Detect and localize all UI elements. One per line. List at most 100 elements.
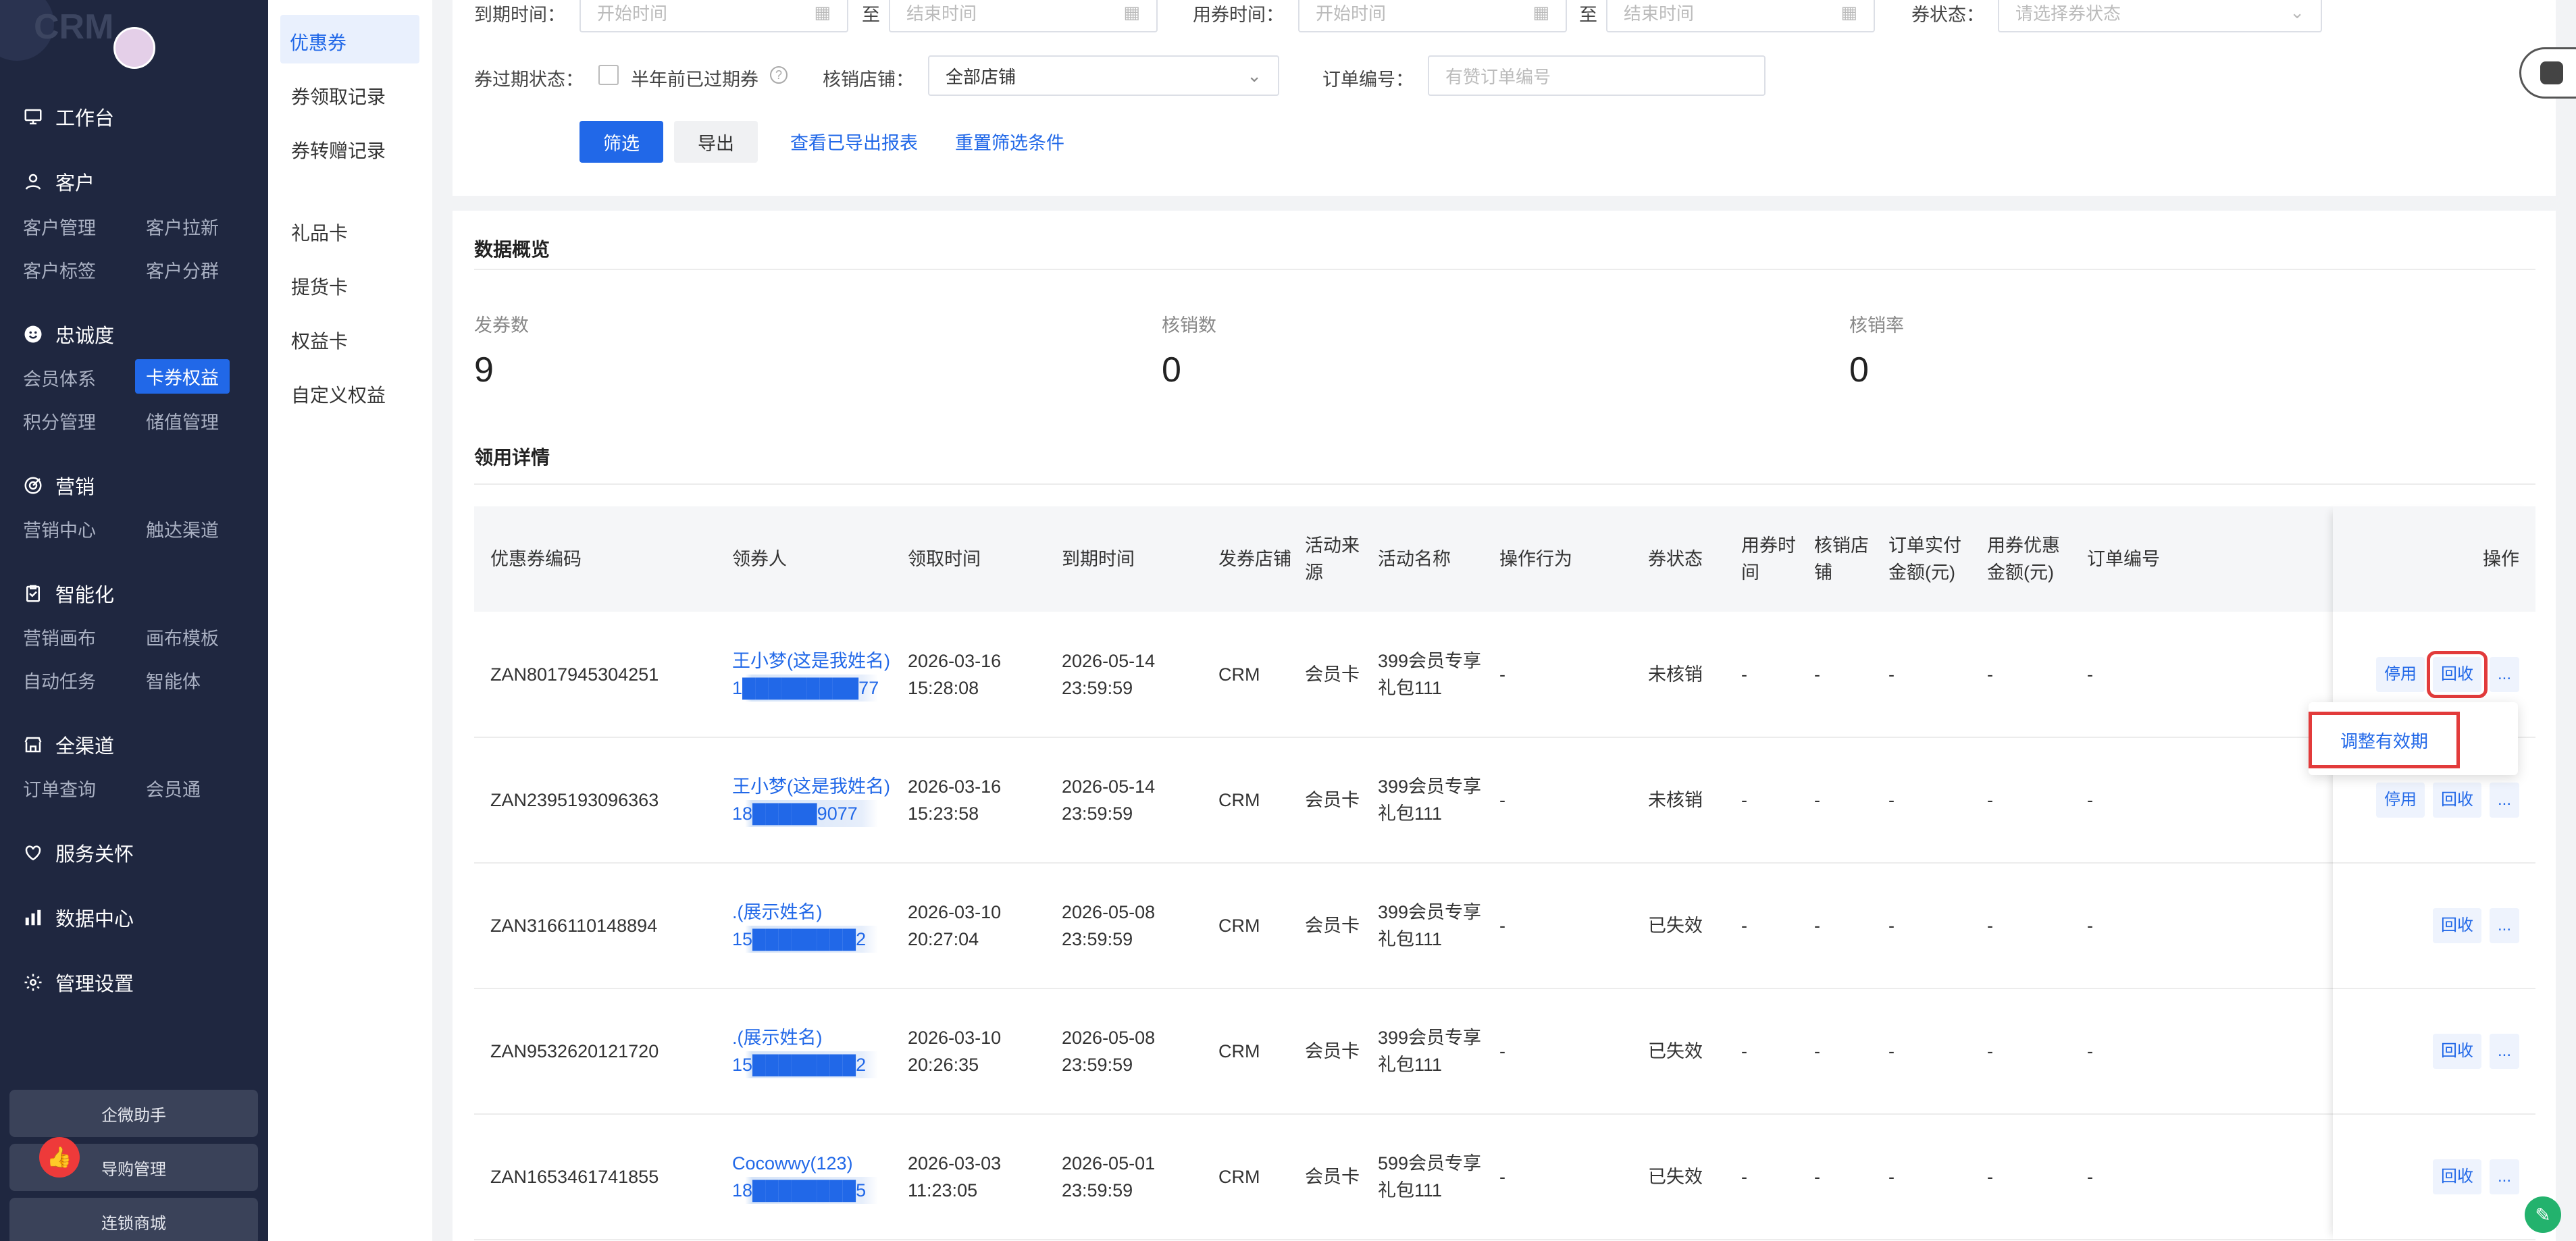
nav-customer[interactable]: 客户 bbox=[23, 167, 95, 196]
cell-vshop: - bbox=[1807, 612, 1882, 738]
recipient-phone[interactable]: 15████████2 bbox=[732, 1051, 894, 1078]
stat-issued-value: 9 bbox=[474, 350, 494, 390]
recipient-name-link[interactable]: 王小梦(这是我姓名) bbox=[732, 648, 894, 675]
recipient-phone[interactable]: 15████████2 bbox=[732, 926, 894, 953]
nav-marketing-canvas[interactable]: 营销画布 bbox=[23, 624, 96, 650]
cell-name[interactable]: .(展示姓名) 15████████2 bbox=[725, 863, 901, 989]
help-icon[interactable]: ? bbox=[770, 66, 788, 84]
col-code: 优惠券编码 bbox=[474, 506, 725, 612]
nav-marketing-label: 营销 bbox=[55, 477, 95, 498]
nav-member-system[interactable]: 会员体系 bbox=[23, 365, 96, 391]
robot-face bbox=[2540, 61, 2563, 84]
nav-settings[interactable]: 管理设置 bbox=[23, 968, 134, 997]
verify-store-select[interactable]: 全部店铺 ⌄ bbox=[928, 55, 1279, 96]
recipient-phone[interactable]: 1█████████77 bbox=[732, 674, 894, 702]
subnav-custom-benefits[interactable]: 自定义权益 bbox=[291, 381, 386, 408]
export-button[interactable]: 导出 bbox=[674, 121, 758, 163]
expire-time-label: 到期时间： bbox=[474, 5, 565, 25]
fixed-column-shadow bbox=[2333, 506, 2535, 1241]
cell-status: 已失效 bbox=[1641, 1114, 1734, 1240]
cell-exp: 2026-05-08 23:59:59 bbox=[1055, 988, 1212, 1115]
use-end-input[interactable]: 结束时间 ▦ bbox=[1606, 0, 1875, 32]
chevron-down-icon: ⌄ bbox=[1247, 65, 1262, 86]
subnav-gift-card[interactable]: 礼品卡 bbox=[291, 219, 348, 246]
nav-stored-value[interactable]: 储值管理 bbox=[146, 408, 219, 434]
recipient-name-link[interactable]: .(展示姓名) bbox=[732, 1024, 894, 1051]
nav-workbench[interactable]: 工作台 bbox=[23, 103, 114, 131]
nav-canvas-templates[interactable]: 画布模板 bbox=[146, 624, 219, 650]
nav-marketing[interactable]: 营销 bbox=[23, 471, 95, 500]
cell-shop: CRM bbox=[1212, 1114, 1298, 1240]
nav-points[interactable]: 积分管理 bbox=[23, 408, 96, 434]
divider bbox=[474, 269, 2535, 270]
nav-agents[interactable]: 智能体 bbox=[146, 667, 201, 693]
nav-customer-segments[interactable]: 客户分群 bbox=[146, 257, 219, 283]
nav-customer-acquire[interactable]: 客户拉新 bbox=[146, 213, 219, 240]
col-discount-amount: 用券优惠金额(元) bbox=[1980, 506, 2080, 612]
nav-omnichannel[interactable]: 全渠道 bbox=[23, 731, 114, 759]
robot-assistant-icon[interactable] bbox=[2519, 47, 2576, 99]
use-time-label: 用券时间： bbox=[1193, 5, 1284, 25]
calendar-icon: ▦ bbox=[1532, 1, 1549, 22]
table-row: ZAN2395193096363 王小梦(这是我姓名) 18█████9077 202… bbox=[474, 737, 2535, 864]
order-no-input[interactable]: 有赞订单编号 bbox=[1428, 55, 1766, 96]
cell-get: 2026-03-16 15:28:08 bbox=[901, 612, 1055, 738]
nav-loyalty[interactable]: 忠诚度 bbox=[23, 320, 114, 348]
cell-paid: - bbox=[1882, 988, 1980, 1115]
nav-service-care[interactable]: 服务关怀 bbox=[23, 839, 134, 867]
recipient-name-link[interactable]: Cocowwy(123) bbox=[732, 1150, 894, 1177]
recipient-name-link[interactable]: .(展示姓名) bbox=[732, 899, 894, 926]
nav-marketing-center[interactable]: 营销中心 bbox=[23, 516, 96, 542]
nav-card-coupon[interactable]: 卡券权益 bbox=[135, 359, 230, 394]
view-exported-link[interactable]: 查看已导出报表 bbox=[790, 128, 918, 155]
chat-widget-icon[interactable]: ✎ bbox=[2525, 1196, 2561, 1233]
nav-data-center-label: 数据中心 bbox=[55, 909, 134, 930]
stat-verified-label: 核销数 bbox=[1162, 315, 1216, 336]
overview-title: 数据概览 bbox=[474, 239, 550, 260]
cell-name[interactable]: .(展示姓名) 15████████2 bbox=[725, 988, 901, 1115]
reset-filters-link[interactable]: 重置筛选条件 bbox=[955, 128, 1064, 155]
nav-order-query[interactable]: 订单查询 bbox=[23, 775, 96, 801]
nav-auto-tasks[interactable]: 自动任务 bbox=[23, 667, 96, 693]
thumbs-up-icon[interactable]: 👍 bbox=[39, 1137, 80, 1178]
nav-customer-manage[interactable]: 客户管理 bbox=[23, 213, 96, 240]
recipient-phone[interactable]: 18█████9077 bbox=[732, 800, 894, 827]
subnav-coupons[interactable]: 优惠券 bbox=[280, 15, 419, 63]
expire-start-input[interactable]: 开始时间 ▦ bbox=[579, 0, 848, 32]
cell-name[interactable]: 王小梦(这是我姓名) 1█████████77 bbox=[725, 612, 901, 738]
cell-name[interactable]: Cocowwy(123) 18████████5 bbox=[725, 1114, 901, 1240]
bar-chart-icon bbox=[25, 909, 41, 926]
nav-customer-tags[interactable]: 客户标签 bbox=[23, 257, 96, 283]
recipient-phone[interactable]: 18████████5 bbox=[732, 1177, 894, 1204]
half-year-checkbox[interactable] bbox=[598, 65, 619, 85]
nav-data-center[interactable]: 数据中心 bbox=[23, 903, 134, 932]
avatar[interactable] bbox=[113, 27, 155, 69]
status-select[interactable]: 请选择券状态 ⌄ bbox=[1998, 0, 2322, 32]
subnav-claim-records[interactable]: 券领取记录 bbox=[291, 82, 386, 109]
recipient-name-link[interactable]: 王小梦(这是我姓名) bbox=[732, 773, 894, 800]
chain-mall-button[interactable]: 连锁商城 bbox=[9, 1198, 258, 1241]
subnav-pickup-card[interactable]: 提货卡 bbox=[291, 273, 348, 300]
subnav-transfer-records[interactable]: 券转赠记录 bbox=[291, 136, 386, 163]
nav-reach-channels[interactable]: 触达渠道 bbox=[146, 516, 219, 542]
wecom-assistant-button[interactable]: 企微助手 bbox=[9, 1090, 258, 1137]
expire-end-input[interactable]: 结束时间 ▦ bbox=[889, 0, 1158, 32]
more-actions-popup: 调整有效期 bbox=[2309, 702, 2518, 775]
nav-member-connect[interactable]: 会员通 bbox=[146, 775, 201, 801]
cell-op: - bbox=[1493, 612, 1641, 738]
detail-table: 优惠券编码 领券人 领取时间 到期时间 发券店铺 活动来源 活动名称 操作行为 … bbox=[474, 506, 2535, 1240]
cell-vshop: - bbox=[1807, 988, 1882, 1115]
cell-use: - bbox=[1734, 1114, 1807, 1240]
cell-name[interactable]: 王小梦(这是我姓名) 18█████9077 bbox=[725, 737, 901, 864]
cell-src: 会员卡 bbox=[1298, 1114, 1371, 1240]
cell-act: 399会员专享礼包111 bbox=[1371, 988, 1493, 1115]
adjust-validity-option[interactable]: 调整有效期 bbox=[2309, 712, 2460, 768]
use-start-input[interactable]: 开始时间 ▦ bbox=[1298, 0, 1567, 32]
subnav-benefit-card[interactable]: 权益卡 bbox=[291, 327, 348, 354]
cell-code: ZAN3166110148894 bbox=[474, 863, 725, 989]
nav-customer-label: 客户 bbox=[55, 173, 95, 194]
nav-intelligence[interactable]: 智能化 bbox=[23, 579, 114, 608]
nav-workbench-label: 工作台 bbox=[55, 108, 115, 130]
col-expire-time: 到期时间 bbox=[1055, 506, 1212, 612]
filter-button[interactable]: 筛选 bbox=[579, 121, 663, 163]
